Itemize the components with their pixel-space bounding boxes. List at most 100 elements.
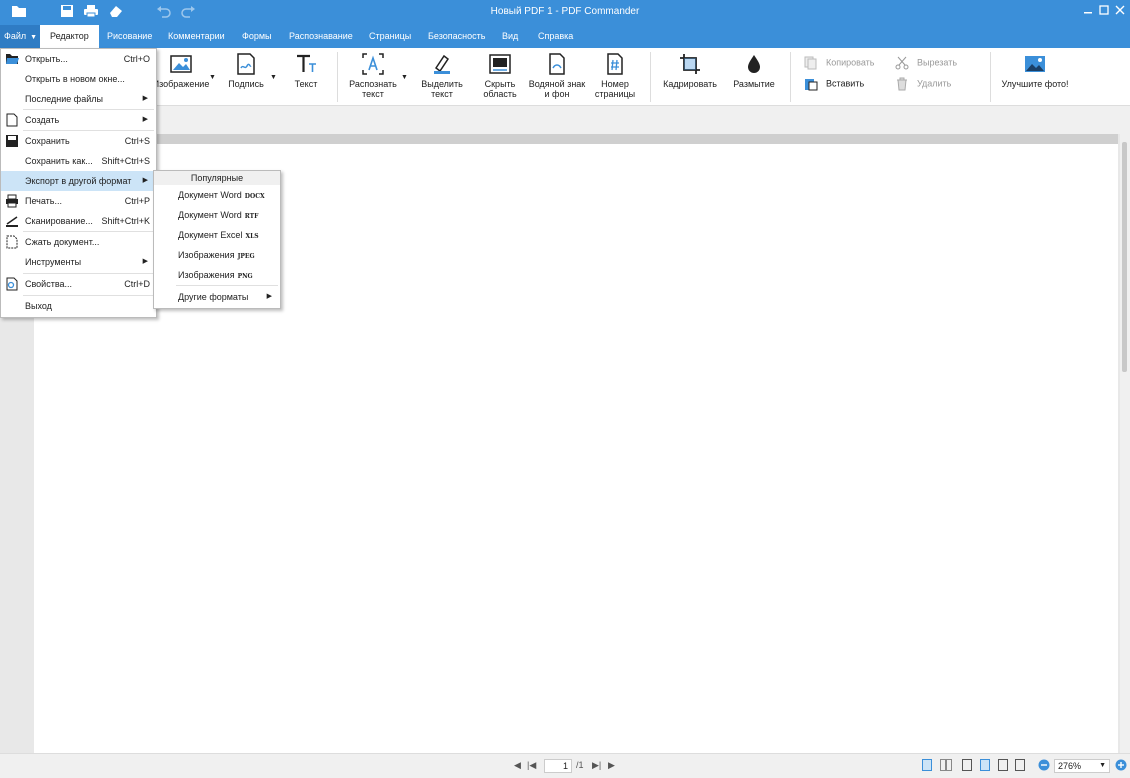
signature-button[interactable]: Подпись [224,52,268,89]
page-number-input[interactable]: 1 [544,759,572,773]
menu-item-print[interactable]: Печать... Ctrl+P [1,191,156,211]
copy-icon [804,56,817,70]
image-label: Изображение [152,79,210,89]
menu-item-properties[interactable]: Свойства... Ctrl+D [1,274,156,294]
tab-security[interactable]: Безопасность [418,25,495,48]
file-menu: Открыть... Ctrl+O Открыть в новом окне...… [0,48,157,318]
exit-label: Выход [25,301,52,311]
create-label: Создать [25,115,60,125]
recognize-dropdown-icon[interactable]: ▼ [401,74,408,81]
last-page-icon[interactable]: ▶| [592,760,601,771]
cut-button[interactable]: Вырезать [895,56,957,70]
signature-dropdown-icon[interactable]: ▼ [270,74,277,81]
select-text-button[interactable]: Выделить текст [418,52,466,99]
tab-drawing[interactable]: Рисование [97,25,162,48]
chevron-right-icon: ▶ [142,95,148,102]
print-icon [6,194,18,208]
image-dropdown-icon[interactable]: ▼ [209,74,216,81]
submenu-header: Популярные [154,171,280,185]
menu-item-compress[interactable]: Сжать документ... [1,232,156,252]
tab-recognition[interactable]: Распознавание [279,25,363,48]
export-other-formats[interactable]: Другие форматы ▶ [154,287,280,307]
hide-area-button[interactable]: Скрыть область [478,52,522,99]
tab-help[interactable]: Справка [528,25,583,48]
delete-button[interactable]: Удалить [895,77,951,91]
menu-item-open-new-window[interactable]: Открыть в новом окне... [1,69,156,89]
text-button[interactable]: Текст [288,52,324,89]
vertical-scrollbar[interactable] [1120,134,1130,753]
menu-item-save[interactable]: Сохранить Ctrl+S [1,131,156,151]
fit-page-icon[interactable] [962,759,972,773]
chevron-down-icon: ▼ [30,34,38,41]
tab-pages[interactable]: Страницы [359,25,421,48]
zoom-out-icon[interactable] [1038,759,1050,773]
maximize-icon[interactable] [1096,3,1112,19]
two-page-view-icon[interactable] [940,759,952,773]
fit-visible-icon[interactable] [1015,759,1025,773]
format-tag: JPEG [237,253,255,260]
prev-page-icon[interactable]: ◀ [514,760,521,771]
menu-item-open[interactable]: Открыть... Ctrl+O [1,49,156,69]
actual-size-icon[interactable] [998,759,1008,773]
recognize-text-button[interactable]: Распознать текст [346,52,400,99]
enhance-photo-button[interactable]: Улучшите фото! [1000,52,1070,89]
insert-image-button[interactable]: Изображение [152,52,210,89]
image-icon [170,55,192,73]
tool-strip [0,107,1130,134]
status-bar: ◀ |◀ 1 /1 ▶| ▶ 276% ▼ [0,753,1130,778]
open-label: Открыть... [25,54,68,64]
chevron-right-icon: ▶ [266,293,272,300]
ribbon-separator [990,52,991,102]
zoom-in-icon[interactable] [1115,759,1127,773]
crop-label: Кадрировать [663,79,717,89]
menu-item-export[interactable]: Экспорт в другой формат ▶ [1,171,156,191]
ribbon-separator [337,52,338,102]
minimize-icon[interactable] [1080,3,1096,19]
crop-button[interactable]: Кадрировать [660,52,720,89]
crop-icon [680,54,700,74]
title-bar: Новый PDF 1 - PDF Commander [0,0,1130,25]
open-shortcut: Ctrl+O [123,54,150,64]
export-word-docx[interactable]: Документ Word DOCX [154,185,280,205]
page-number-button[interactable]: Номер страницы [592,52,638,99]
ribbon-tabs: Файл ▼ Редактор Рисование Комментарии Фор… [0,25,1130,48]
menu-item-create[interactable]: Создать ▶ [1,110,156,130]
next-page-icon[interactable]: ▶ [608,760,615,771]
close-icon[interactable] [1112,3,1128,19]
save-shortcut: Ctrl+S [124,136,150,146]
first-page-icon[interactable]: |◀ [527,760,536,771]
save-label: Сохранить [25,136,70,146]
copy-button[interactable]: Копировать [804,56,874,70]
watermark-button[interactable]: Водяной знак и фон [528,52,586,99]
photo-icon [1025,56,1045,72]
scan-label: Сканирование... [25,216,93,226]
hide-area-icon [489,54,511,74]
tab-comments[interactable]: Комментарии [158,25,235,48]
format-tag: XLS [245,233,259,240]
export-images-png[interactable]: Изображения PNG [154,265,280,285]
blur-label: Размытие [733,79,775,89]
export-excel-xls[interactable]: Документ Excel XLS [154,225,280,245]
menu-item-scan[interactable]: Сканирование... Shift+Ctrl+K [1,211,156,231]
fit-width-icon[interactable] [980,759,990,773]
zoom-value: 276% [1058,761,1082,771]
zoom-select[interactable]: 276% ▼ [1054,759,1110,773]
signature-label: Подпись [228,79,264,89]
menu-item-save-as[interactable]: Сохранить как... Shift+Ctrl+S [1,151,156,171]
trash-icon [897,77,907,91]
tab-file[interactable]: Файл ▼ [0,25,40,48]
single-page-view-icon[interactable] [922,759,932,773]
tab-view[interactable]: Вид [492,25,528,48]
copy-label: Копировать [826,57,875,68]
menu-item-exit[interactable]: Выход [1,296,156,316]
watermark-label-2: и фон [544,89,570,99]
export-images-jpeg[interactable]: Изображения JPEG [154,245,280,265]
blur-button[interactable]: Размытие [730,52,778,89]
tab-forms[interactable]: Формы [232,25,282,48]
scrollbar-thumb[interactable] [1122,142,1127,372]
menu-item-tools[interactable]: Инструменты ▶ [1,252,156,272]
paste-button[interactable]: Вставить [804,77,864,91]
menu-item-recent-files[interactable]: Последние файлы ▶ [1,89,156,109]
tab-editor[interactable]: Редактор [40,25,99,48]
export-word-rtf[interactable]: Документ Word RTF [154,205,280,225]
